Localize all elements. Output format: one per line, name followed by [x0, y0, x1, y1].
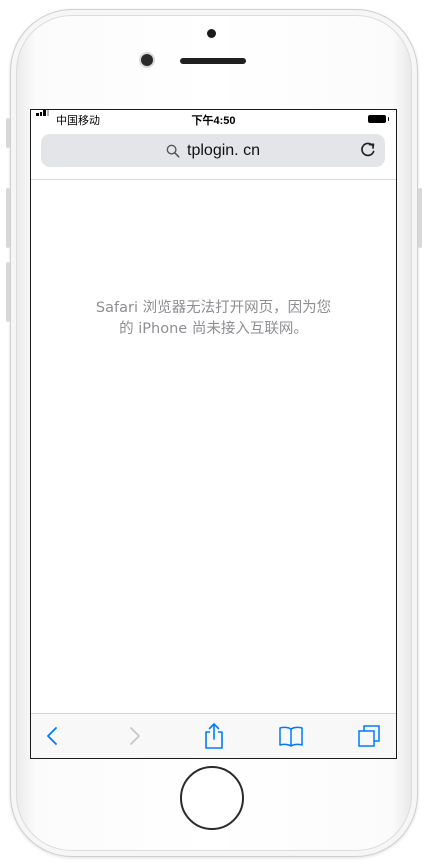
status-bar: 中国移动 下午4:50 — [31, 110, 396, 129]
address-bar[interactable]: tplogin. cn — [41, 134, 385, 167]
header-divider — [31, 179, 396, 180]
share-icon[interactable] — [198, 720, 230, 752]
front-camera — [207, 29, 216, 38]
address-bar-content[interactable]: tplogin. cn — [41, 134, 385, 167]
error-line-2: 的 iPhone 尚未接入互联网。 — [119, 321, 308, 337]
battery-icon — [368, 115, 389, 123]
search-icon — [166, 144, 180, 158]
volume-down-button — [6, 262, 10, 322]
bottom-toolbar — [31, 713, 396, 758]
power-button — [418, 188, 422, 248]
mute-switch — [6, 118, 10, 148]
tabs-icon[interactable] — [353, 720, 385, 752]
proximity-sensor — [141, 54, 153, 66]
url-text[interactable]: tplogin. cn — [187, 142, 260, 160]
error-line-1: Safari 浏览器无法打开网页，因为您 — [95, 300, 332, 316]
phone-screen: 中国移动 下午4:50 tplogin. cn Safari 浏览器无法打开网页… — [30, 109, 397, 759]
volume-up-button — [6, 188, 10, 248]
back-icon[interactable] — [37, 720, 69, 752]
bookmarks-icon[interactable] — [275, 720, 307, 752]
forward-icon[interactable] — [118, 720, 150, 752]
reload-icon[interactable] — [359, 141, 377, 159]
error-message: Safari 浏览器无法打开网页，因为您 的 iPhone 尚未接入互联网。 — [61, 298, 366, 340]
status-time: 下午4:50 — [191, 115, 236, 127]
home-button[interactable] — [180, 766, 244, 830]
earpiece-speaker — [180, 58, 246, 64]
